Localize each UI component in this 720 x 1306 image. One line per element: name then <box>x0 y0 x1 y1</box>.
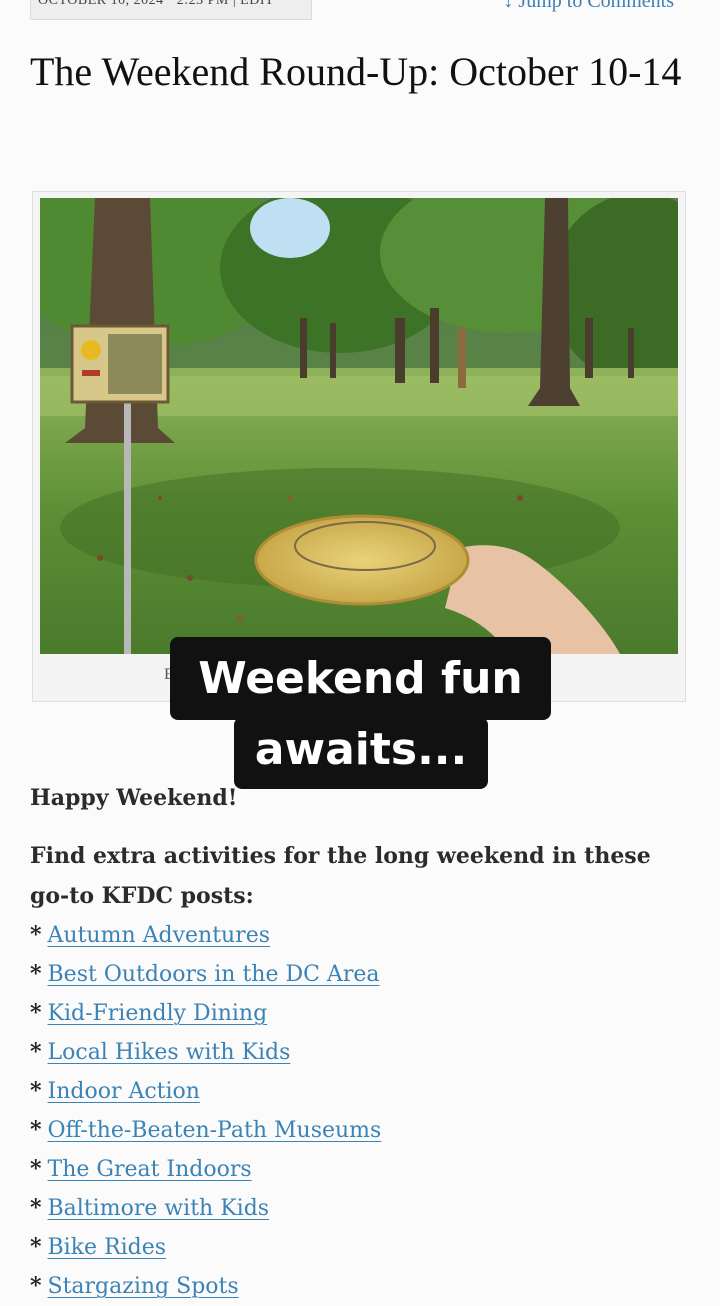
bullet-star: * <box>30 1117 42 1143</box>
bullet-star: * <box>30 1000 42 1026</box>
list-item: * The Great Indoors <box>30 1150 690 1189</box>
post-meta: OCTOBER 10, 2024 · 2:23 PM | EDIT <box>38 0 275 8</box>
intro-text: Find extra activities for the long weeke… <box>30 843 651 909</box>
bullet-star: * <box>30 1234 42 1260</box>
bullet-star: * <box>30 1273 42 1299</box>
link-autumn-adventures[interactable]: Autumn Adventures <box>48 923 271 948</box>
jump-to-comments-link[interactable]: ↓ Jump to Comments <box>503 0 674 13</box>
kfdc-post-links: * Autumn Adventures * Best Outdoors in the… <box>30 916 690 1306</box>
list-item: * Off-the-Beaten-Path Museums <box>30 1111 690 1150</box>
list-item: * Stargazing Spots <box>30 1267 690 1306</box>
list-item: * Local Hikes with Kids <box>30 1033 690 1072</box>
overlay-text-line-1: Weekend fun <box>170 637 551 720</box>
link-baltimore-with-kids[interactable]: Baltimore with Kids <box>48 1196 270 1221</box>
list-item: * Baltimore with Kids <box>30 1189 690 1228</box>
bullet-star: * <box>30 1039 42 1065</box>
list-item: * Bike Rides <box>30 1228 690 1267</box>
link-museums[interactable]: Off-the-Beaten-Path Museums <box>48 1118 382 1143</box>
link-stargazing[interactable]: Stargazing Spots <box>48 1274 239 1299</box>
post-body: Happy Weekend! Find extra activities for… <box>30 780 690 1306</box>
list-item: * Indoor Action <box>30 1072 690 1111</box>
bullet-star: * <box>30 1078 42 1104</box>
link-indoor-action[interactable]: Indoor Action <box>48 1079 200 1104</box>
list-item: * Autumn Adventures <box>30 916 690 955</box>
bullet-star: * <box>30 922 42 948</box>
list-item: * Kid-Friendly Dining <box>30 994 690 1033</box>
bullet-star: * <box>30 1156 42 1182</box>
overlay-text-line-2: awaits... <box>234 717 488 789</box>
bullet-star: * <box>30 1195 42 1221</box>
link-bike-rides[interactable]: Bike Rides <box>48 1235 167 1260</box>
link-great-indoors[interactable]: The Great Indoors <box>48 1157 252 1182</box>
bullet-star: * <box>30 961 42 987</box>
post-title: The Weekend Round-Up: October 10-14 <box>30 49 682 94</box>
link-kid-friendly-dining[interactable]: Kid-Friendly Dining <box>48 1001 268 1026</box>
link-local-hikes[interactable]: Local Hikes with Kids <box>48 1040 291 1065</box>
greeting-text: Happy Weekend! <box>30 785 238 811</box>
list-item: * Best Outdoors in the DC Area <box>30 955 690 994</box>
disc-golf-park-photo <box>40 198 678 654</box>
link-best-outdoors[interactable]: Best Outdoors in the DC Area <box>48 962 380 987</box>
